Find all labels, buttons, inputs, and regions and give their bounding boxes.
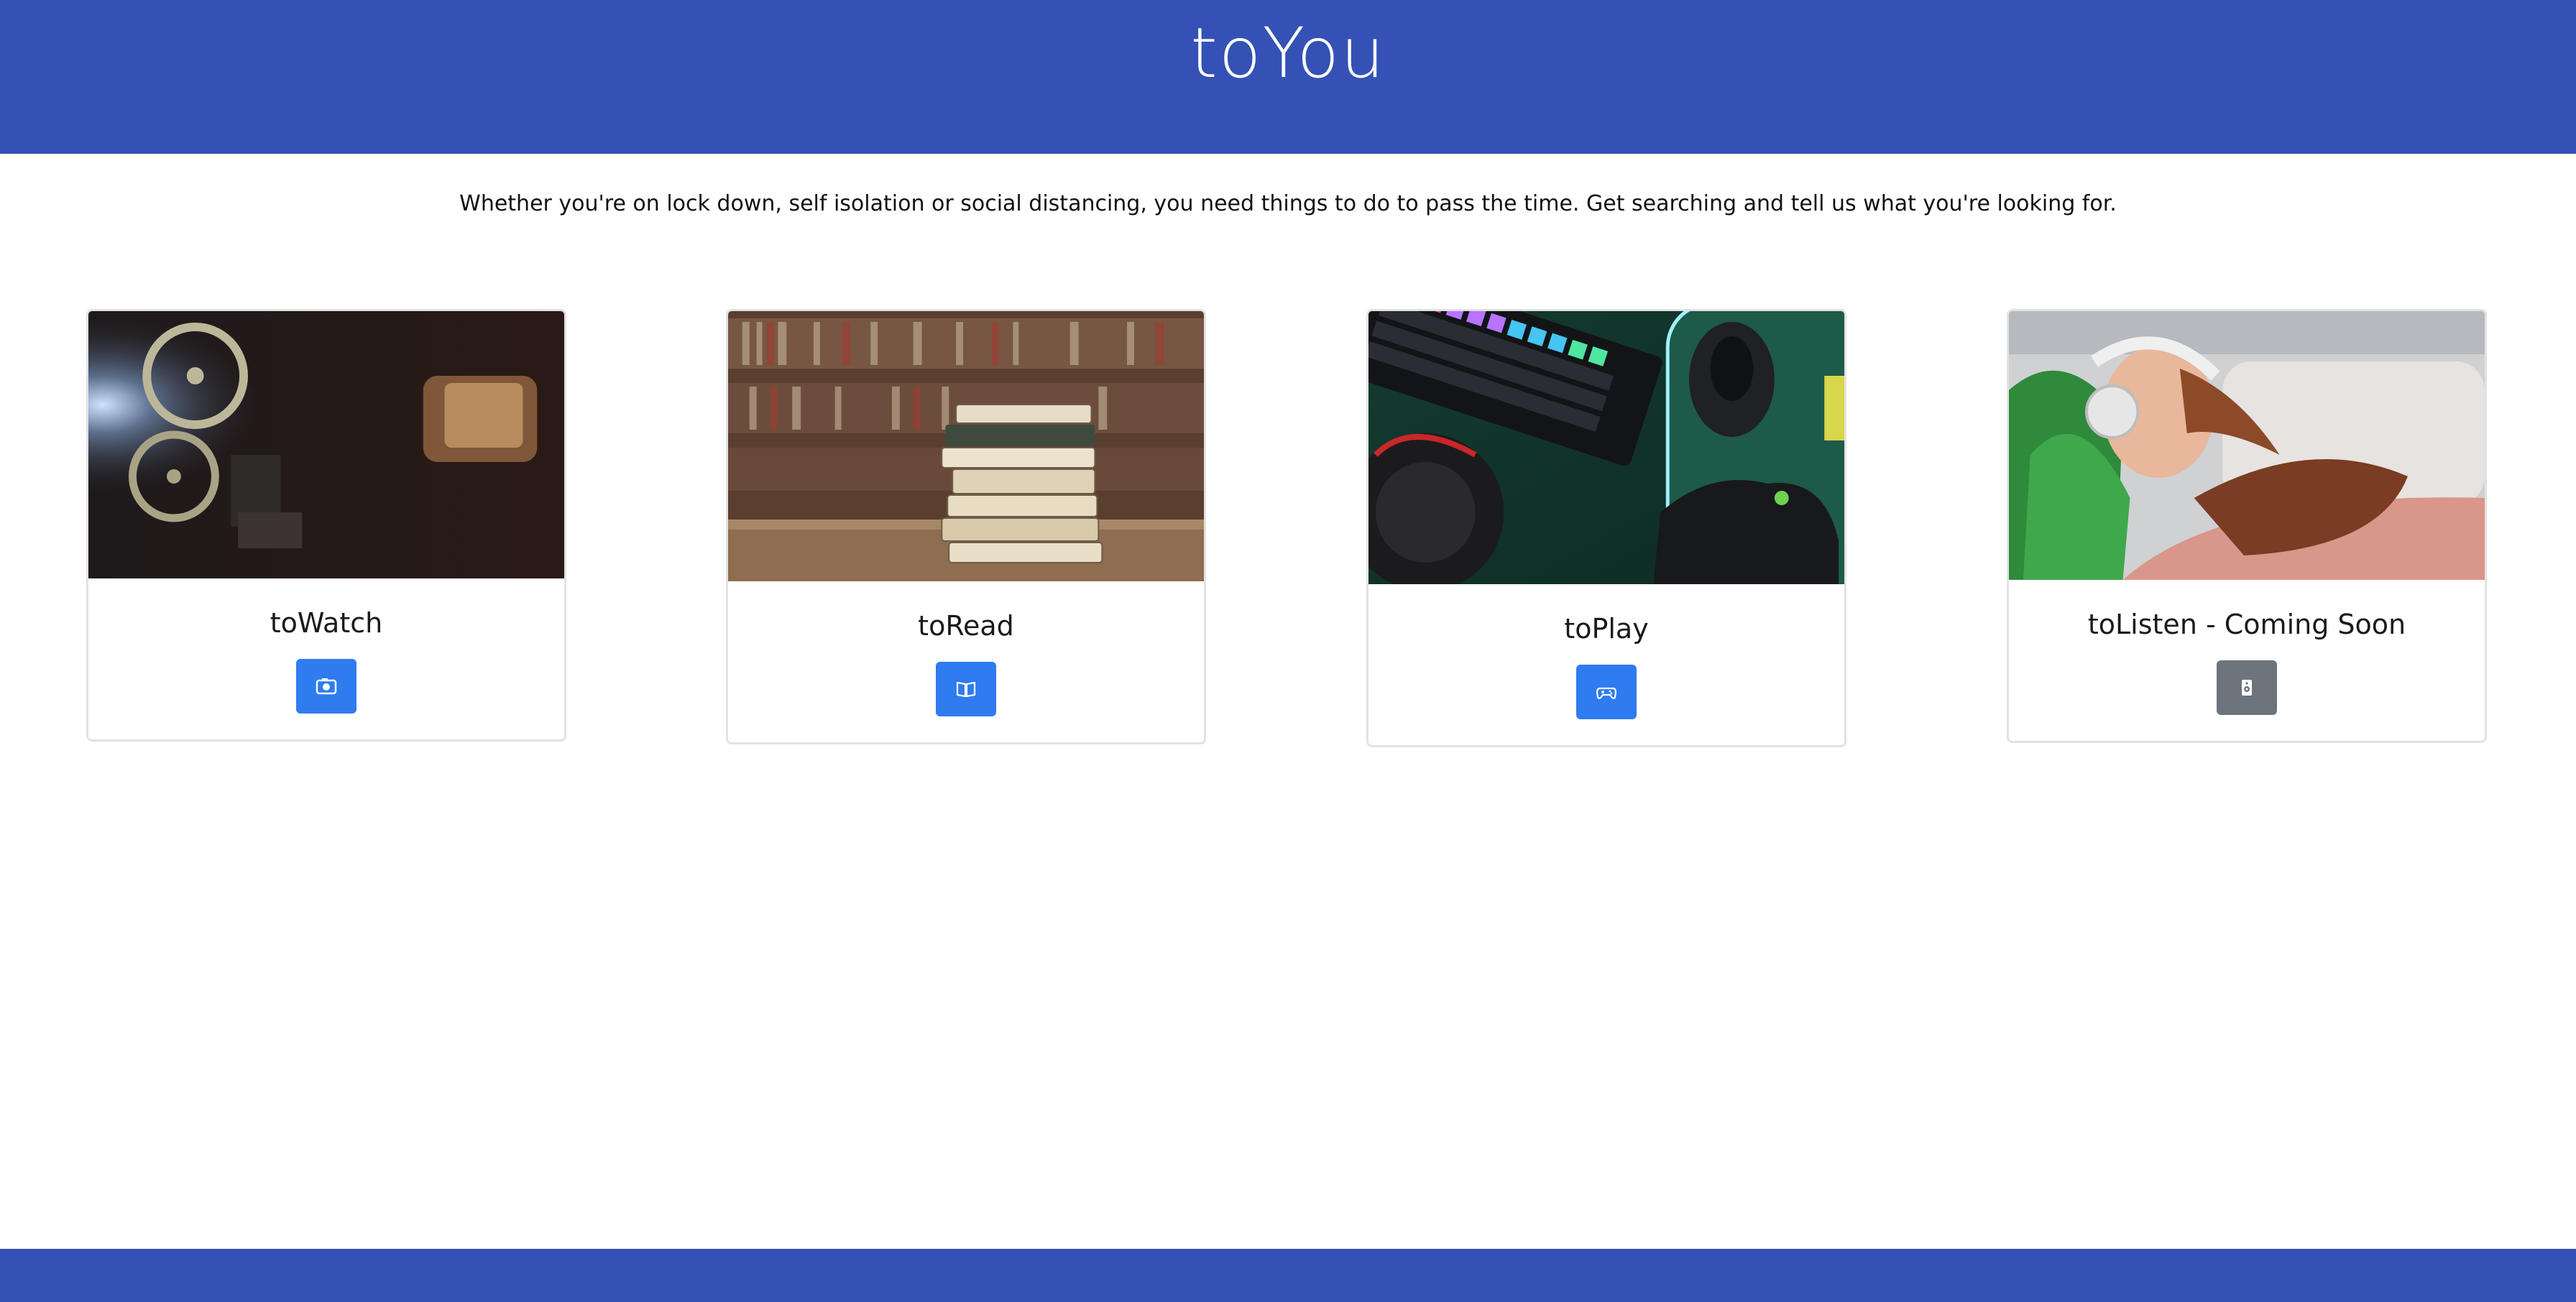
book-icon [956,681,976,698]
towatch-button[interactable] [296,659,356,714]
header: toYou [0,0,2576,154]
card-tolisten: toListen - Coming Soon [2007,309,2487,743]
toread-button[interactable] [936,662,996,716]
tolisten-button[interactable] [2217,660,2277,715]
speaker-icon [2242,680,2252,696]
card-title: toWatch [270,607,383,639]
card-title: toPlay [1564,613,1649,645]
card-toplay: toPlay [1366,309,1846,747]
film-projector-image [88,311,564,578]
card-toread: toRead [726,309,1206,744]
woman-headphones-image [2009,311,2485,580]
card-title: toListen - Coming Soon [2087,609,2406,640]
footer [0,1249,2576,1302]
film-icon [316,678,337,695]
intro-text: Whether you're on lock down, self isolat… [459,191,2117,216]
card-towatch: toWatch [86,309,566,742]
book-stack-image [728,311,1204,581]
controller-icon [1596,687,1617,699]
toplay-button[interactable] [1576,665,1637,719]
site-logo[interactable]: toYou [0,10,2576,96]
gaming-setup-image [1368,311,1844,584]
card-title: toRead [918,610,1014,642]
